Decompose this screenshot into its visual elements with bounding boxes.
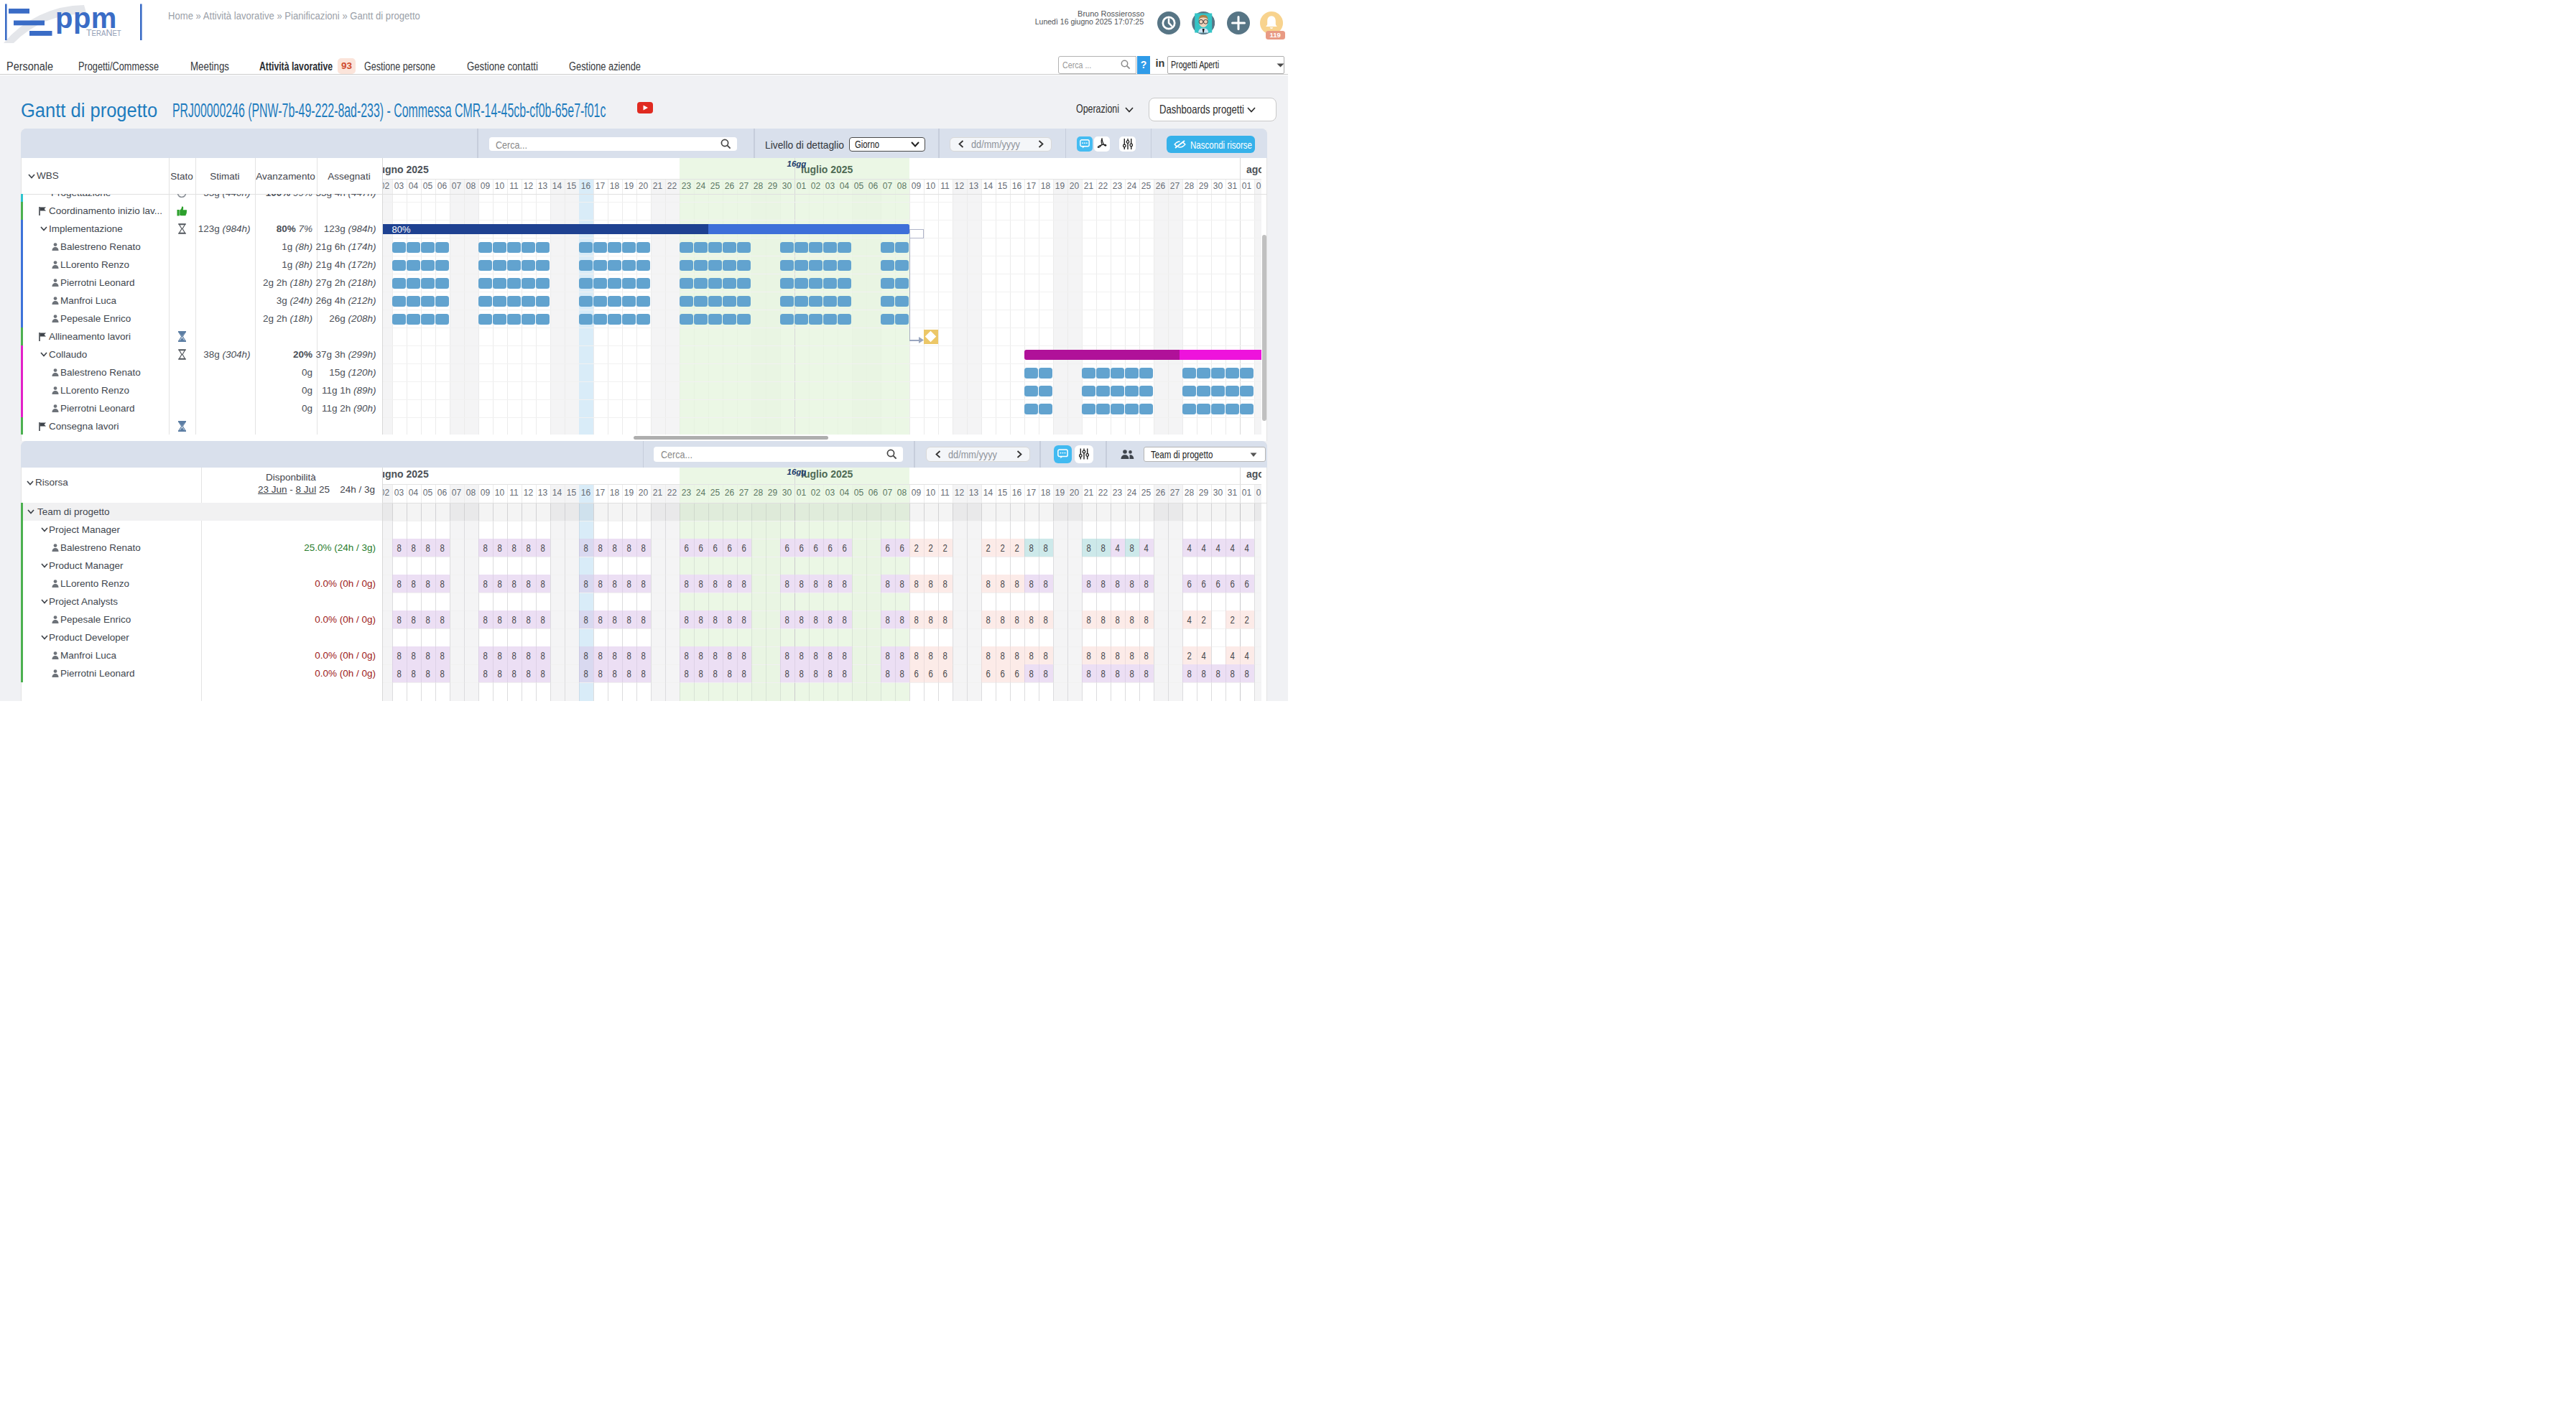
svg-text:TERANET: TERANET: [86, 27, 121, 39]
